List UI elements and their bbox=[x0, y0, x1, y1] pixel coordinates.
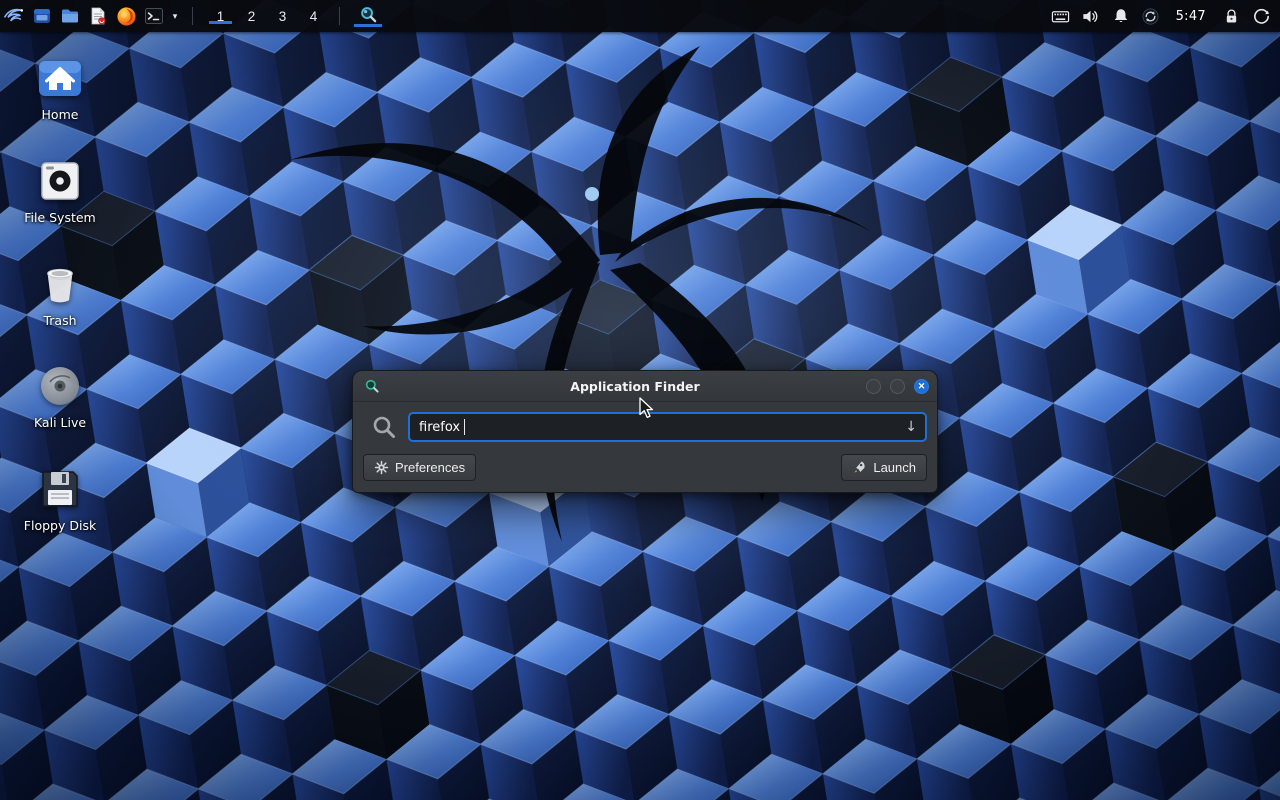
app-finder-icon bbox=[359, 5, 378, 27]
appfinder-window-icon bbox=[363, 377, 381, 395]
panel-left: ▾ 1 2 3 4 bbox=[0, 0, 386, 32]
desktop-icon-label: Trash bbox=[43, 314, 76, 328]
top-panel: ▾ 1 2 3 4 bbox=[0, 0, 1280, 32]
search-icon bbox=[370, 414, 397, 441]
launch-button[interactable]: Launch bbox=[841, 454, 927, 481]
search-input[interactable]: firefox ↓ bbox=[408, 412, 927, 442]
desktop-icon-trash[interactable]: Trash bbox=[14, 260, 106, 328]
trash-basket-icon bbox=[36, 260, 84, 308]
preferences-label: Preferences bbox=[395, 460, 465, 475]
window-title: Application Finder bbox=[413, 379, 857, 394]
chevron-down-icon[interactable]: ▾ bbox=[168, 0, 182, 32]
firefox-icon[interactable] bbox=[112, 0, 140, 32]
system-tray: 5:47 bbox=[1046, 0, 1280, 32]
volume-icon[interactable] bbox=[1076, 0, 1106, 32]
desktop-icon-home[interactable]: Home bbox=[14, 54, 106, 122]
updates-icon[interactable] bbox=[1136, 0, 1166, 32]
close-icon: ✕ bbox=[918, 382, 926, 391]
terminal-icon[interactable] bbox=[140, 0, 168, 32]
text-editor-icon[interactable] bbox=[84, 0, 112, 32]
titlebar[interactable]: Application Finder ✕ bbox=[353, 371, 937, 402]
lock-icon[interactable] bbox=[1216, 0, 1246, 32]
floppy-disk-icon bbox=[36, 465, 84, 513]
kali-logo-icon bbox=[3, 4, 25, 29]
minimize-button[interactable] bbox=[866, 379, 881, 394]
workspace-3[interactable]: 3 bbox=[267, 9, 298, 24]
file-system-drive-icon bbox=[36, 157, 84, 205]
kali-menu-button[interactable] bbox=[0, 0, 28, 32]
panel-separator bbox=[339, 7, 340, 25]
gear-icon bbox=[374, 460, 389, 475]
desktop-icon-label: Floppy Disk bbox=[24, 519, 96, 533]
notifications-bell-icon[interactable] bbox=[1106, 0, 1136, 32]
text-caret bbox=[464, 419, 465, 435]
preferences-button[interactable]: Preferences bbox=[363, 454, 476, 481]
file-manager-icon[interactable] bbox=[28, 0, 56, 32]
close-button[interactable]: ✕ bbox=[914, 379, 929, 394]
search-row: firefox ↓ bbox=[363, 412, 927, 442]
logout-icon[interactable] bbox=[1246, 0, 1276, 32]
desktop-icon-label: Home bbox=[42, 108, 79, 122]
home-folder-icon bbox=[36, 54, 84, 102]
workspace-2[interactable]: 2 bbox=[236, 9, 267, 24]
kali-live-disc-icon bbox=[36, 362, 84, 410]
taskbar-application-finder[interactable] bbox=[350, 5, 386, 27]
desktop-icon-label: File System bbox=[24, 211, 96, 225]
desktop-icon-file-system[interactable]: File System bbox=[14, 157, 106, 225]
application-finder-window: Application Finder ✕ firefox ↓ bbox=[352, 370, 938, 493]
search-input-value: firefox bbox=[419, 420, 460, 435]
desktop-icon-kali-live[interactable]: Kali Live bbox=[14, 362, 106, 430]
window-controls: ✕ bbox=[866, 379, 929, 394]
keyboard-icon[interactable] bbox=[1046, 0, 1076, 32]
dialog-body: firefox ↓ bbox=[353, 402, 937, 492]
desktop-icon-floppy-disk[interactable]: Floppy Disk bbox=[14, 465, 106, 533]
clock[interactable]: 5:47 bbox=[1166, 9, 1216, 24]
workspace-1[interactable]: 1 bbox=[205, 9, 236, 24]
maximize-button[interactable] bbox=[890, 379, 905, 394]
launch-icon bbox=[852, 460, 867, 475]
panel-separator bbox=[192, 7, 193, 25]
folder-icon[interactable] bbox=[56, 0, 84, 32]
launch-label: Launch bbox=[873, 460, 916, 475]
button-row: Preferences Launch bbox=[363, 454, 927, 481]
desktop-icon-label: Kali Live bbox=[34, 416, 86, 430]
desktop-icon-list: Home File System Trash bbox=[14, 54, 106, 533]
workspace-4[interactable]: 4 bbox=[298, 9, 329, 24]
dropdown-arrow-icon[interactable]: ↓ bbox=[905, 414, 917, 440]
workspace-switcher: 1 2 3 4 bbox=[205, 9, 329, 24]
